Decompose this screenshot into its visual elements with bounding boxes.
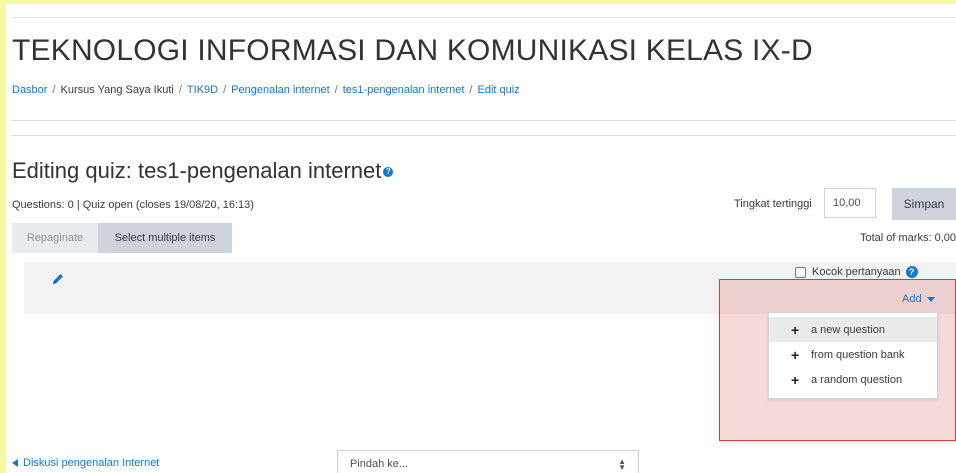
total-marks: Total of marks: 0,00 — [860, 232, 956, 244]
shuffle-checkbox[interactable] — [795, 266, 806, 278]
pencil-icon[interactable] — [50, 271, 66, 287]
breadcrumb-separator: / — [469, 84, 473, 96]
add-label: Add — [902, 293, 922, 305]
plus-icon: + — [791, 346, 800, 363]
menu-item-label: a random question — [811, 373, 903, 386]
quiz-info: Questions: 0 | Quiz open (closes 19/08/2… — [12, 199, 254, 211]
breadcrumb-my-courses: Kursus Yang Saya Ikuti — [60, 84, 174, 96]
max-grade-label: Tingkat tertinggi — [734, 198, 812, 210]
up-down-icon: ▲ ▼ — [618, 457, 626, 472]
add-dropdown-toggle[interactable]: Add — [902, 293, 935, 305]
max-grade-input[interactable] — [824, 188, 876, 218]
page-title-text: Editing quiz: tes1-pengenalan internet — [12, 158, 382, 183]
breadcrumb-quiz[interactable]: tes1-pengenalan internet — [343, 84, 465, 96]
help-icon[interactable]: ? — [383, 167, 394, 178]
course-title: TEKNOLOGI INFORMASI DAN KOMUNIKASI KELAS… — [12, 34, 813, 67]
jump-to-value: Pindah ke... — [350, 458, 409, 470]
question-help-icon[interactable]: ? — [905, 266, 918, 278]
repaginate-button[interactable]: Repaginate — [12, 223, 98, 253]
page-frame: TEKNOLOGI INFORMASI DAN KOMUNIKASI KELAS… — [6, 4, 956, 473]
prev-activity-label: Diskusi pengenalan Internet — [23, 457, 160, 469]
breadcrumb-separator: / — [178, 84, 182, 96]
caret-down-icon — [926, 296, 935, 302]
triangle-left-icon — [12, 459, 18, 468]
jump-to-select[interactable]: Pindah ke... ▲ ▼ — [337, 450, 639, 473]
breadcrumb-dasbor[interactable]: Dasbor — [12, 84, 47, 96]
menu-item-question-bank[interactable]: + from question bank — [769, 342, 937, 367]
header-divider — [12, 120, 956, 121]
menu-item-new-question[interactable]: + a new question — [769, 317, 937, 342]
breadcrumb: Dasbor / Kursus Yang Saya Ikuti / TIK9D / Peng… — [12, 84, 520, 96]
save-button[interactable]: Simpan — [892, 188, 956, 220]
breadcrumb-edit-quiz[interactable]: Edit quiz — [477, 84, 519, 96]
menu-item-label: from question bank — [811, 348, 905, 361]
menu-item-label: a new question — [811, 323, 885, 336]
shuffle-questions: Kocok pertanyaan ? — [795, 266, 918, 278]
page-title: Editing quiz: tes1-pengenalan internet? — [12, 158, 394, 184]
breadcrumb-separator: / — [223, 84, 227, 96]
plus-icon: + — [791, 321, 800, 338]
add-menu: + a new question + from question bank + … — [768, 312, 938, 399]
prev-activity-link[interactable]: Diskusi pengenalan Internet — [12, 457, 159, 469]
plus-icon: + — [791, 371, 800, 388]
content-divider — [12, 135, 956, 136]
top-divider — [12, 17, 956, 18]
select-multiple-button[interactable]: Select multiple items — [98, 223, 232, 253]
breadcrumb-separator: / — [334, 84, 338, 96]
shuffle-label: Kocok pertanyaan — [812, 266, 901, 278]
breadcrumb-section[interactable]: Pengenalan internet — [231, 84, 329, 96]
menu-item-random-question[interactable]: + a random question — [769, 367, 937, 392]
breadcrumb-separator: / — [52, 84, 56, 96]
breadcrumb-course[interactable]: TIK9D — [187, 84, 218, 96]
